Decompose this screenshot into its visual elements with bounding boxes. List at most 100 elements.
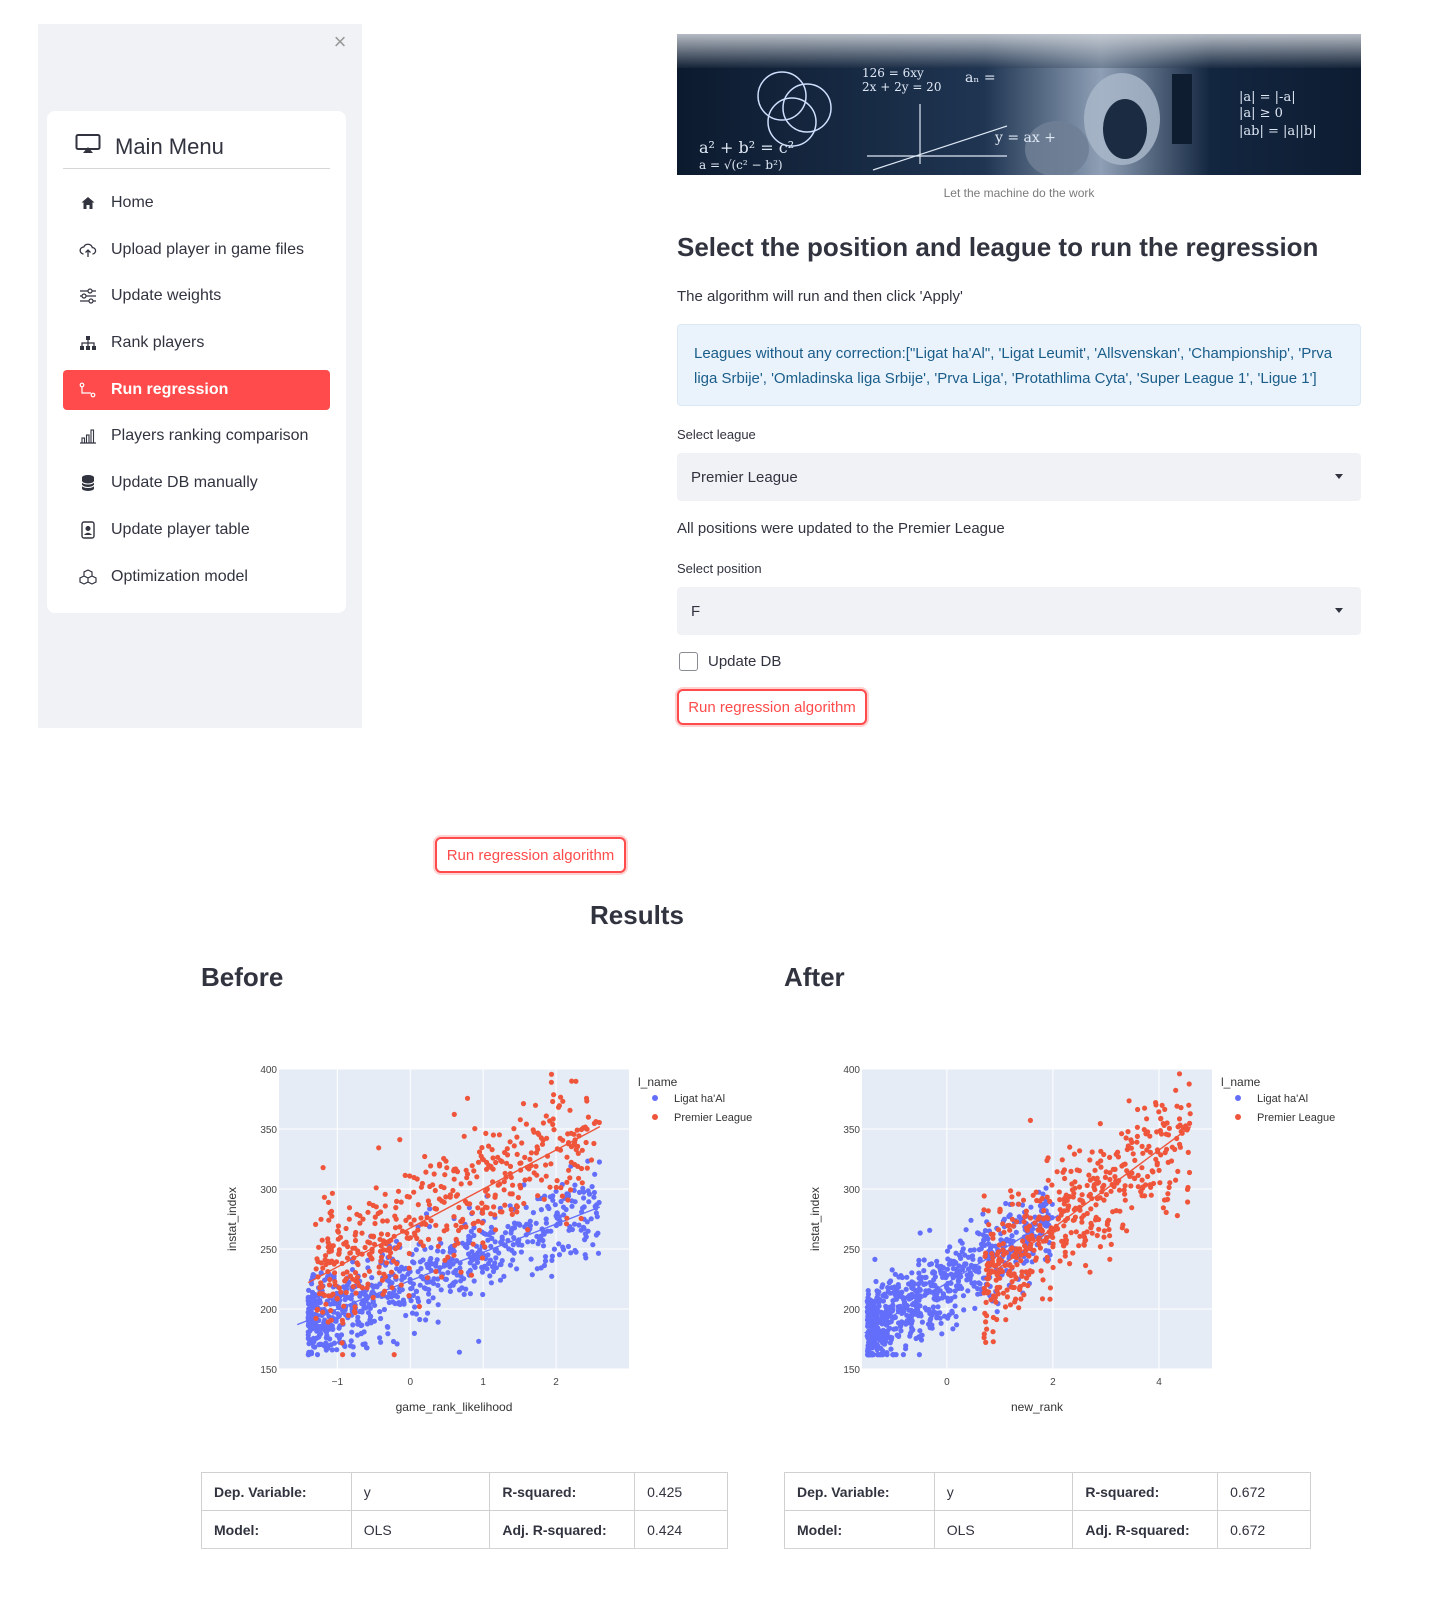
- data-point: [543, 1173, 549, 1179]
- data-point: [590, 1242, 596, 1248]
- data-point: [1059, 1238, 1065, 1244]
- y-tick-label: 250: [260, 1245, 277, 1256]
- sidebar-item-run-regression[interactable]: Run regression: [63, 369, 330, 410]
- data-point: [1079, 1198, 1085, 1204]
- data-point: [544, 1135, 550, 1141]
- data-point: [975, 1291, 981, 1297]
- data-point: [499, 1209, 505, 1215]
- data-point: [1067, 1261, 1073, 1267]
- data-point: [1084, 1210, 1090, 1217]
- data-point: [1164, 1146, 1170, 1152]
- sidebar-item-update-player-table[interactable]: Update player table: [63, 510, 330, 550]
- data-point: [1140, 1150, 1146, 1156]
- data-point: [1163, 1131, 1169, 1137]
- data-point: [426, 1202, 432, 1208]
- sidebar-item-home[interactable]: Home: [63, 183, 330, 223]
- data-point: [327, 1336, 333, 1342]
- data-point: [415, 1202, 421, 1208]
- data-point: [464, 1245, 470, 1251]
- data-point: [460, 1216, 466, 1222]
- position-select[interactable]: F: [677, 587, 1361, 635]
- data-point: [916, 1334, 922, 1340]
- data-point: [1177, 1141, 1183, 1147]
- data-point: [392, 1225, 399, 1231]
- league-select[interactable]: Premier League: [677, 453, 1361, 501]
- data-point: [896, 1333, 902, 1339]
- data-point: [338, 1332, 345, 1338]
- data-point: [930, 1304, 936, 1310]
- data-point: [393, 1246, 399, 1252]
- data-point: [475, 1159, 482, 1165]
- data-point: [550, 1098, 556, 1105]
- data-point: [458, 1278, 464, 1284]
- run-regression-button[interactable]: Run regression algorithm: [677, 689, 867, 725]
- data-point: [965, 1254, 972, 1260]
- close-icon[interactable]: ×: [328, 30, 352, 54]
- data-point: [900, 1352, 906, 1358]
- data-point: [583, 1139, 589, 1146]
- data-point: [1107, 1176, 1113, 1183]
- data-point: [474, 1259, 481, 1265]
- data-point: [434, 1257, 440, 1263]
- data-point: [347, 1250, 353, 1256]
- data-point: [1139, 1177, 1145, 1183]
- data-point: [1092, 1167, 1098, 1173]
- sidebar-item-rank-players[interactable]: Rank players: [63, 323, 330, 363]
- data-point: [567, 1175, 573, 1181]
- y-tick-label: 400: [843, 1065, 860, 1076]
- data-point: [527, 1176, 533, 1182]
- data-point: [1026, 1223, 1033, 1229]
- data-point: [921, 1281, 927, 1287]
- data-point: [975, 1230, 981, 1236]
- sidebar-item-update-db-manually[interactable]: Update DB manually: [63, 463, 330, 503]
- data-point: [441, 1199, 447, 1205]
- data-point: [501, 1273, 507, 1279]
- data-point: [392, 1213, 398, 1219]
- run-regression-button-results[interactable]: Run regression algorithm: [435, 837, 626, 873]
- data-point: [341, 1303, 347, 1309]
- data-point: [1047, 1285, 1053, 1291]
- data-point: [346, 1205, 353, 1211]
- data-point: [909, 1270, 915, 1276]
- data-point: [439, 1274, 445, 1280]
- data-point: [438, 1287, 444, 1293]
- data-point: [370, 1294, 376, 1301]
- data-point: [382, 1203, 388, 1209]
- data-point: [365, 1239, 371, 1245]
- data-point: [1025, 1234, 1031, 1240]
- banner-equation: |a| ≥ 0: [1239, 106, 1283, 121]
- data-point: [935, 1304, 941, 1310]
- sidebar-item-optimization-model[interactable]: Optimization model: [63, 557, 330, 597]
- sidebar-item-upload-player-in-game-files[interactable]: Upload player in game files: [63, 230, 330, 270]
- before-chart-svg: 150 200 250 300 350 400 −1 0 1 2 game_rank_likelih…: [225, 1065, 752, 1414]
- data-point: [1022, 1250, 1028, 1257]
- data-point: [329, 1190, 335, 1196]
- data-point: [336, 1325, 342, 1331]
- data-point: [408, 1298, 414, 1304]
- data-point: [411, 1217, 417, 1223]
- stat-value: 0.672: [1217, 1510, 1311, 1549]
- data-point: [1164, 1197, 1170, 1203]
- data-point: [1058, 1212, 1064, 1218]
- data-point: [444, 1223, 450, 1229]
- data-point: [1186, 1169, 1193, 1176]
- sidebar-item-players-ranking-comparison[interactable]: Players ranking comparison: [63, 416, 330, 456]
- data-point: [468, 1228, 474, 1234]
- data-point: [545, 1228, 551, 1234]
- y-tick-label: 350: [260, 1125, 277, 1136]
- data-point: [982, 1253, 988, 1259]
- data-point: [1101, 1228, 1107, 1234]
- data-point: [372, 1220, 378, 1227]
- data-point: [955, 1278, 962, 1284]
- sidebar-item-update-weights[interactable]: Update weights: [63, 276, 330, 316]
- data-point: [490, 1155, 496, 1161]
- data-point: [349, 1329, 355, 1335]
- data-point: [431, 1276, 437, 1282]
- data-point: [879, 1352, 885, 1358]
- data-point: [332, 1270, 338, 1276]
- data-point: [907, 1320, 913, 1326]
- app-root: × Main Menu Home Upload player in game fi…: [0, 0, 1444, 1604]
- data-point: [1000, 1241, 1006, 1247]
- update-db-checkbox[interactable]: [679, 652, 698, 671]
- data-point: [564, 1215, 570, 1221]
